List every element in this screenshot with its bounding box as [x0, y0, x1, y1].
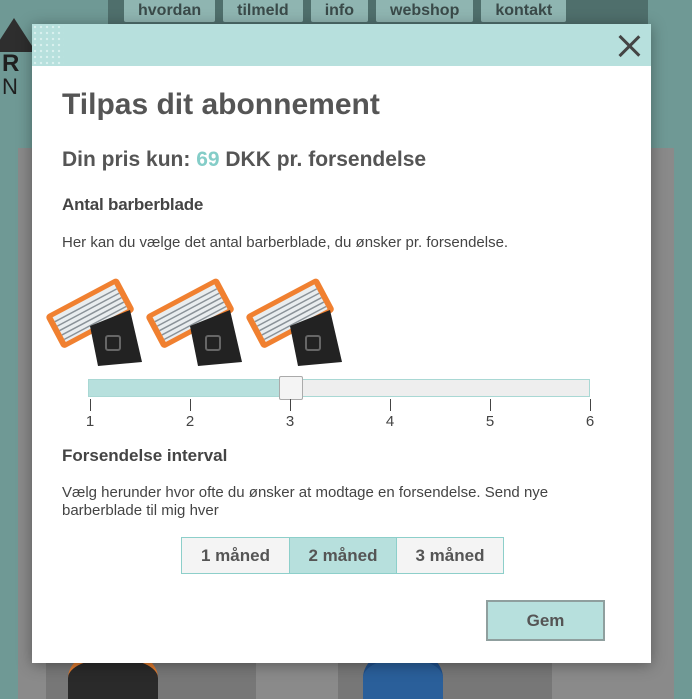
price-line: Din pris kun: 69 DKK pr. forsendelse: [62, 148, 426, 172]
logo-letter-n: N: [2, 74, 18, 99]
interval-option-2-month[interactable]: 2 måned: [289, 538, 396, 573]
slider-ticks: 1 2 3 4 5 6: [86, 399, 594, 430]
interval-description: Vælg herunder hvor ofte du ønsker at mod…: [62, 484, 549, 519]
slider-tick-label: 6: [585, 413, 595, 430]
nav-item-webshop[interactable]: webshop: [376, 0, 474, 22]
razor-cartridge-images: [46, 270, 346, 366]
customize-subscription-modal: Tilpas dit abonnement Din pris kun: 69 D…: [32, 24, 651, 663]
price-suffix: DKK pr. forsendelse: [219, 148, 427, 171]
dot-pattern-decoration: [32, 24, 64, 66]
modal-title: Tilpas dit abonnement: [62, 88, 380, 121]
slider-tick-label: 4: [385, 413, 395, 430]
slider-tick-mark: [490, 399, 491, 411]
modal-header: [32, 24, 651, 66]
interval-option-3-month[interactable]: 3 måned: [396, 538, 503, 573]
blades-heading: Antal barberblade: [62, 195, 204, 214]
slider-tick-label: 5: [485, 413, 495, 430]
slider-tick-mark: [90, 399, 91, 411]
slider-fill: [89, 380, 291, 396]
price-amount: 69: [196, 148, 220, 171]
slider-tick-label: 1: [85, 413, 95, 430]
slider-tick-mark: [290, 399, 291, 411]
razor-cartridge-icon: [46, 270, 146, 366]
nav-item-kontakt[interactable]: kontakt: [481, 0, 567, 22]
blade-count-slider[interactable]: [88, 376, 590, 400]
nav-item-hvordan[interactable]: hvordan: [124, 0, 216, 22]
interval-heading: Forsendelse interval: [62, 446, 228, 465]
close-icon[interactable]: [615, 32, 643, 60]
interval-selector: 1 måned 2 måned 3 måned: [181, 537, 504, 574]
blades-description: Her kan du vælge det antal barberblade, …: [62, 234, 509, 251]
slider-tick-label: 3: [285, 413, 295, 430]
slider-tick-mark: [590, 399, 591, 411]
slider-tick-mark: [390, 399, 391, 411]
logo-triangle: [0, 18, 36, 52]
slider-tick-label: 2: [185, 413, 195, 430]
slider-tick-mark: [190, 399, 191, 411]
nav-item-tilmeld[interactable]: tilmeld: [223, 0, 303, 22]
save-button[interactable]: Gem: [486, 600, 605, 641]
main-nav: hvordan tilmeld info webshop kontakt: [108, 0, 648, 26]
razor-cartridge-icon: [146, 270, 246, 366]
razor-cartridge-icon: [246, 270, 346, 366]
price-prefix: Din pris kun:: [62, 148, 197, 171]
slider-handle[interactable]: [279, 376, 303, 400]
nav-item-info[interactable]: info: [310, 0, 369, 22]
interval-option-1-month[interactable]: 1 måned: [182, 538, 289, 573]
